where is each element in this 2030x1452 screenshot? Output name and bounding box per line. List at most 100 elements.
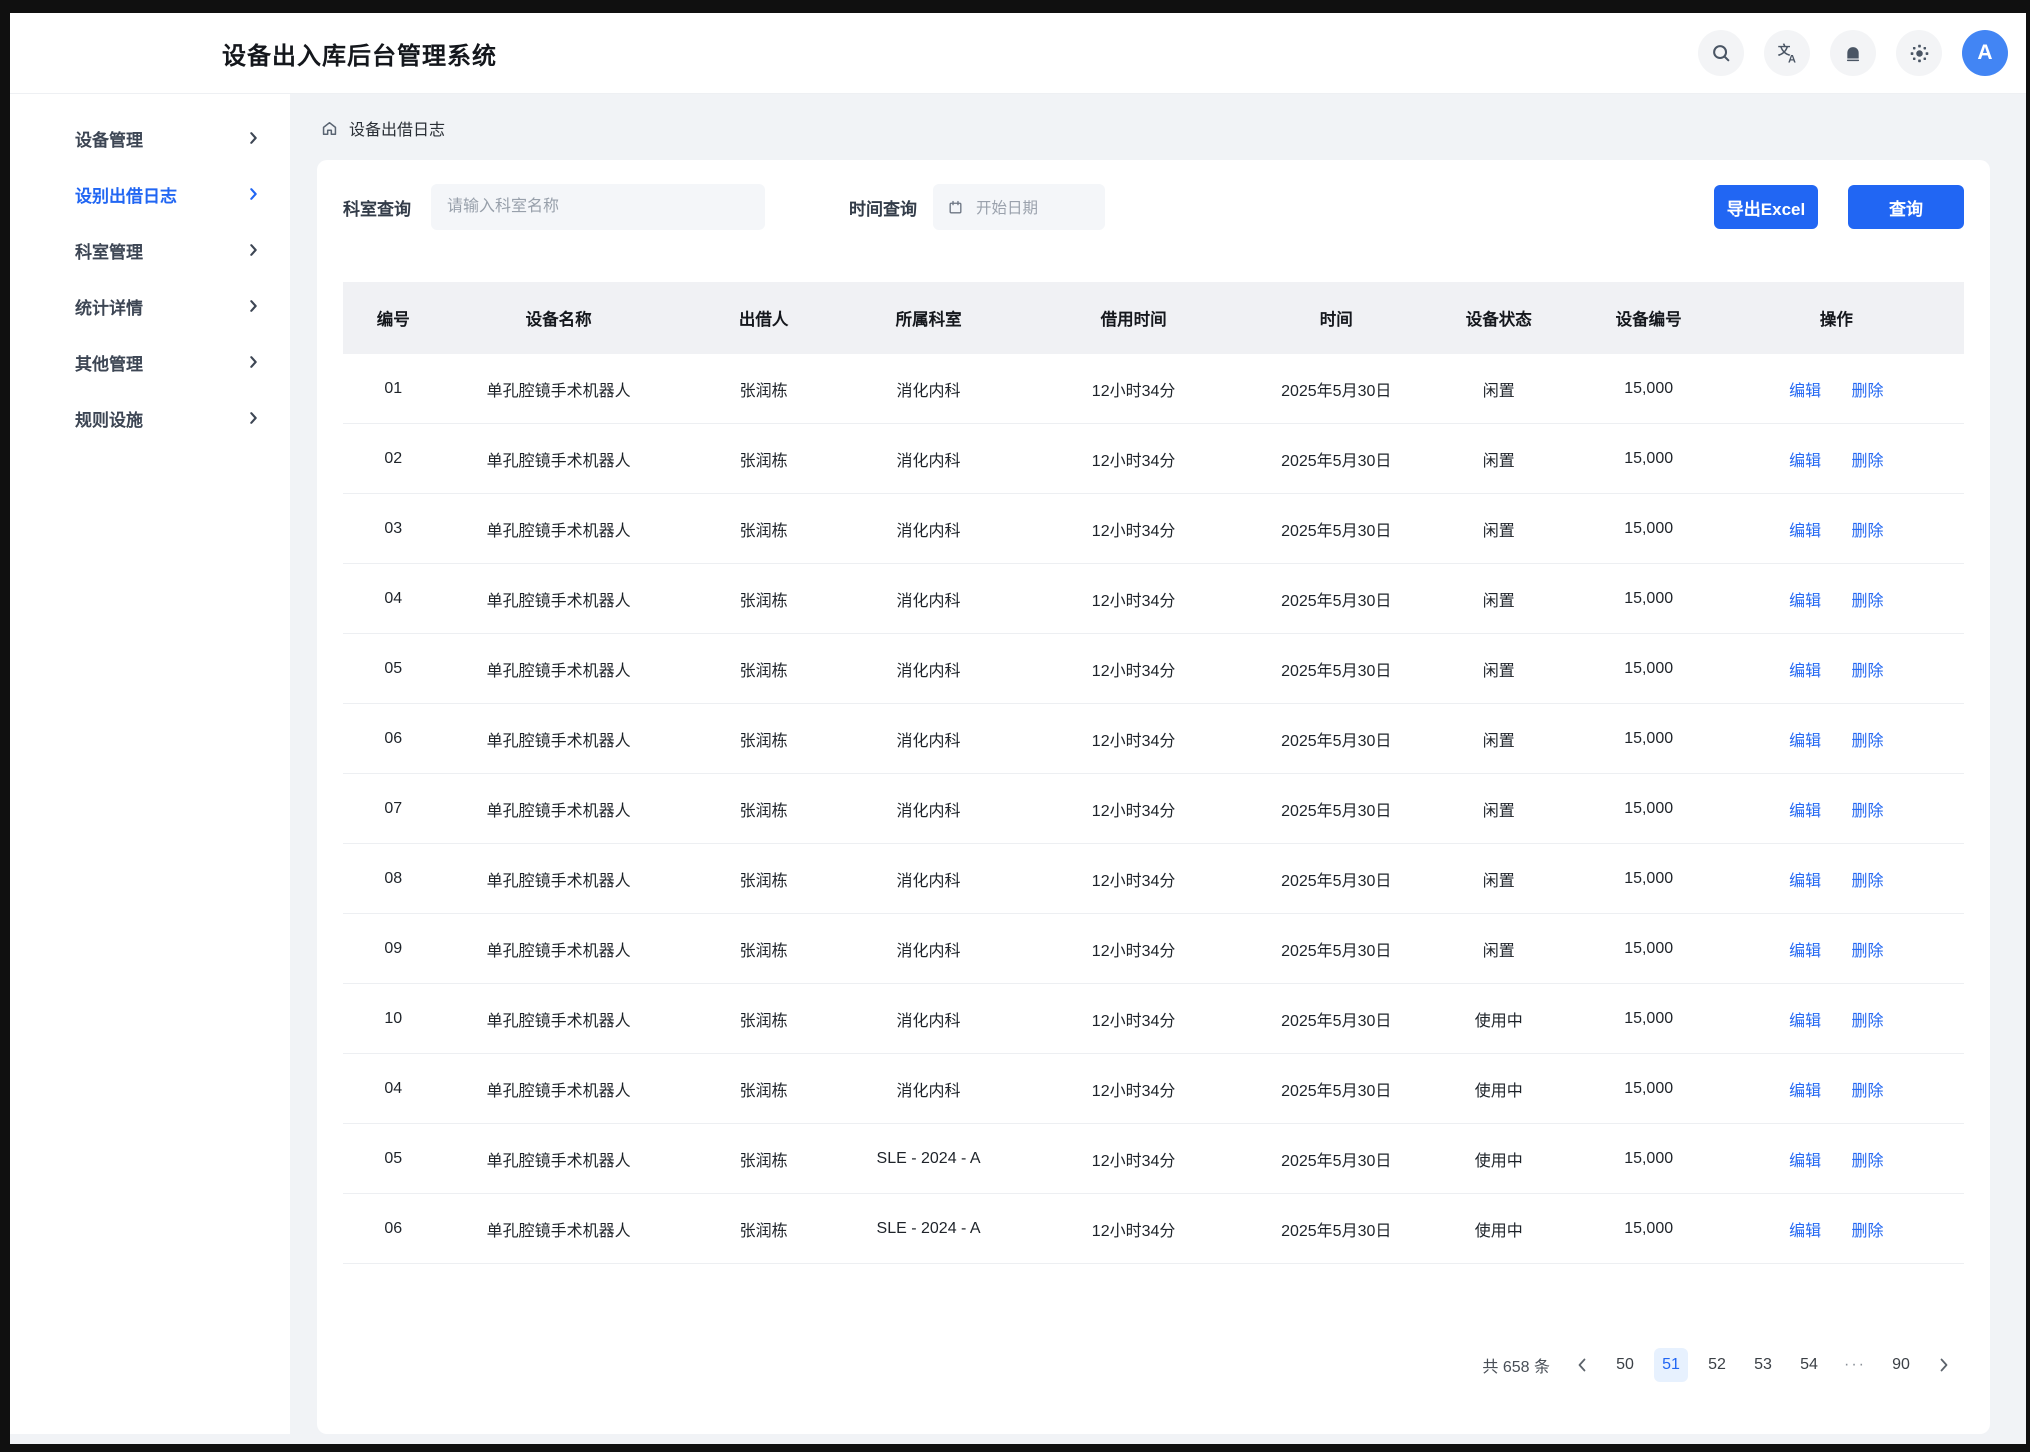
cell-device-name: 单孔腔镜手术机器人 (444, 354, 674, 424)
table-row: 10 单孔腔镜手术机器人 张润栋 消化内科 12小时34分 2025年5月30日… (343, 984, 1964, 1054)
cell-number: 05 (343, 1124, 444, 1194)
delete-link[interactable]: 删除 (1852, 943, 1884, 960)
column-header: 时间 (1264, 282, 1409, 354)
delete-link[interactable]: 删除 (1852, 383, 1884, 400)
page-number[interactable]: 50 (1608, 1348, 1642, 1382)
edit-link[interactable]: 编辑 (1789, 733, 1821, 750)
edit-link[interactable]: 编辑 (1789, 803, 1821, 820)
cell-device-number: 15,000 (1589, 634, 1709, 704)
delete-link[interactable]: 删除 (1852, 453, 1884, 470)
search-button[interactable] (1698, 30, 1744, 76)
cell-device-name: 单孔腔镜手术机器人 (444, 424, 674, 494)
cell-device-name: 单孔腔镜手术机器人 (444, 984, 674, 1054)
sidebar-item-label: 其他管理 (75, 350, 143, 375)
cell-device-status: 闲置 (1409, 914, 1589, 984)
delete-link[interactable]: 删除 (1852, 1083, 1884, 1100)
sidebar-item[interactable]: 其他管理 (10, 334, 290, 390)
cell-actions: 编辑 删除 (1709, 424, 1964, 494)
edit-link[interactable]: 编辑 (1789, 663, 1821, 680)
cell-borrow-duration: 12小时34分 (1004, 1194, 1264, 1264)
cell-date: 2025年5月30日 (1264, 1124, 1409, 1194)
page-number[interactable]: 52 (1700, 1348, 1734, 1382)
edit-link[interactable]: 编辑 (1789, 383, 1821, 400)
cell-date: 2025年5月30日 (1264, 424, 1409, 494)
sidebar-item[interactable]: 设备管理 (10, 110, 290, 166)
edit-link[interactable]: 编辑 (1789, 1013, 1821, 1030)
edit-link[interactable]: 编辑 (1789, 1083, 1821, 1100)
language-button[interactable]: 文A (1764, 30, 1810, 76)
edit-link[interactable]: 编辑 (1789, 943, 1821, 960)
page-ellipsis[interactable]: ··· (1838, 1348, 1872, 1382)
cell-department: 消化内科 (854, 634, 1004, 704)
delete-link[interactable]: 删除 (1852, 593, 1884, 610)
cell-device-number: 15,000 (1589, 354, 1709, 424)
cell-number: 04 (343, 1054, 444, 1124)
delete-link[interactable]: 删除 (1852, 1153, 1884, 1170)
cell-device-name: 单孔腔镜手术机器人 (444, 1124, 674, 1194)
prev-page-button[interactable] (1568, 1348, 1596, 1382)
avatar[interactable]: A (1962, 30, 2008, 76)
page-number[interactable]: 54 (1792, 1348, 1826, 1382)
cell-device-name: 单孔腔镜手术机器人 (444, 634, 674, 704)
sidebar: 设备管理 设别出借日志 科室管理 统计详情 其他管理 规则设施 (10, 94, 290, 1434)
dept-search-input[interactable] (431, 184, 765, 230)
edit-link[interactable]: 编辑 (1789, 593, 1821, 610)
sidebar-item[interactable]: 规则设施 (10, 390, 290, 446)
edit-link[interactable]: 编辑 (1789, 873, 1821, 890)
delete-link[interactable]: 删除 (1852, 873, 1884, 890)
sidebar-item-label: 规则设施 (75, 406, 143, 431)
cell-actions: 编辑 删除 (1709, 1054, 1964, 1124)
breadcrumb[interactable]: 设备出借日志 (290, 94, 2026, 140)
page-number[interactable]: 51 (1654, 1348, 1688, 1382)
cell-lender: 张润栋 (674, 1124, 854, 1194)
page-number[interactable]: 90 (1884, 1348, 1918, 1382)
sidebar-item[interactable]: 科室管理 (10, 222, 290, 278)
cell-actions: 编辑 删除 (1709, 1194, 1964, 1264)
content-card: 科室查询 时间查询 开始日期 导出Excel 查询 (317, 160, 1990, 1434)
query-button[interactable]: 查询 (1848, 185, 1964, 229)
cell-date: 2025年5月30日 (1264, 1054, 1409, 1124)
app-title: 设备出入库后台管理系统 (222, 36, 497, 71)
cell-department: SLE - 2024 - A (854, 1194, 1004, 1264)
cell-device-status: 闲置 (1409, 844, 1589, 914)
delete-link[interactable]: 删除 (1852, 803, 1884, 820)
edit-link[interactable]: 编辑 (1789, 1153, 1821, 1170)
table-header-row: 编号设备名称出借人所属科室借用时间时间设备状态设备编号操作 (343, 282, 1964, 354)
cell-device-name: 单孔腔镜手术机器人 (444, 844, 674, 914)
cell-department: 消化内科 (854, 424, 1004, 494)
cell-actions: 编辑 删除 (1709, 564, 1964, 634)
edit-link[interactable]: 编辑 (1789, 523, 1821, 540)
cell-department: 消化内科 (854, 494, 1004, 564)
cell-date: 2025年5月30日 (1264, 704, 1409, 774)
chevron-right-icon (249, 355, 258, 369)
delete-link[interactable]: 删除 (1852, 1013, 1884, 1030)
cell-device-number: 15,000 (1589, 564, 1709, 634)
cell-number: 06 (343, 704, 444, 774)
next-page-button[interactable] (1930, 1348, 1958, 1382)
cell-device-name: 单孔腔镜手术机器人 (444, 494, 674, 564)
edit-link[interactable]: 编辑 (1789, 1223, 1821, 1240)
notification-button[interactable] (1830, 30, 1876, 76)
cell-borrow-duration: 12小时34分 (1004, 704, 1264, 774)
settings-button[interactable] (1896, 30, 1942, 76)
delete-link[interactable]: 删除 (1852, 733, 1884, 750)
cell-borrow-duration: 12小时34分 (1004, 424, 1264, 494)
delete-link[interactable]: 删除 (1852, 523, 1884, 540)
delete-link[interactable]: 删除 (1852, 1223, 1884, 1240)
start-date-picker[interactable]: 开始日期 (933, 184, 1105, 230)
cell-department: SLE - 2024 - A (854, 1124, 1004, 1194)
cell-department: 消化内科 (854, 774, 1004, 844)
cell-department: 消化内科 (854, 1054, 1004, 1124)
edit-link[interactable]: 编辑 (1789, 453, 1821, 470)
cell-lender: 张润栋 (674, 494, 854, 564)
column-header: 所属科室 (854, 282, 1004, 354)
filter-bar: 科室查询 时间查询 开始日期 导出Excel 查询 (343, 184, 1964, 230)
delete-link[interactable]: 删除 (1852, 663, 1884, 680)
cell-device-name: 单孔腔镜手术机器人 (444, 774, 674, 844)
cell-number: 10 (343, 984, 444, 1054)
sidebar-item[interactable]: 统计详情 (10, 278, 290, 334)
body: 设备管理 设别出借日志 科室管理 统计详情 其他管理 规则设施 (10, 94, 2026, 1444)
sidebar-item[interactable]: 设别出借日志 (10, 166, 290, 222)
page-number[interactable]: 53 (1746, 1348, 1780, 1382)
export-excel-button[interactable]: 导出Excel (1714, 185, 1818, 229)
